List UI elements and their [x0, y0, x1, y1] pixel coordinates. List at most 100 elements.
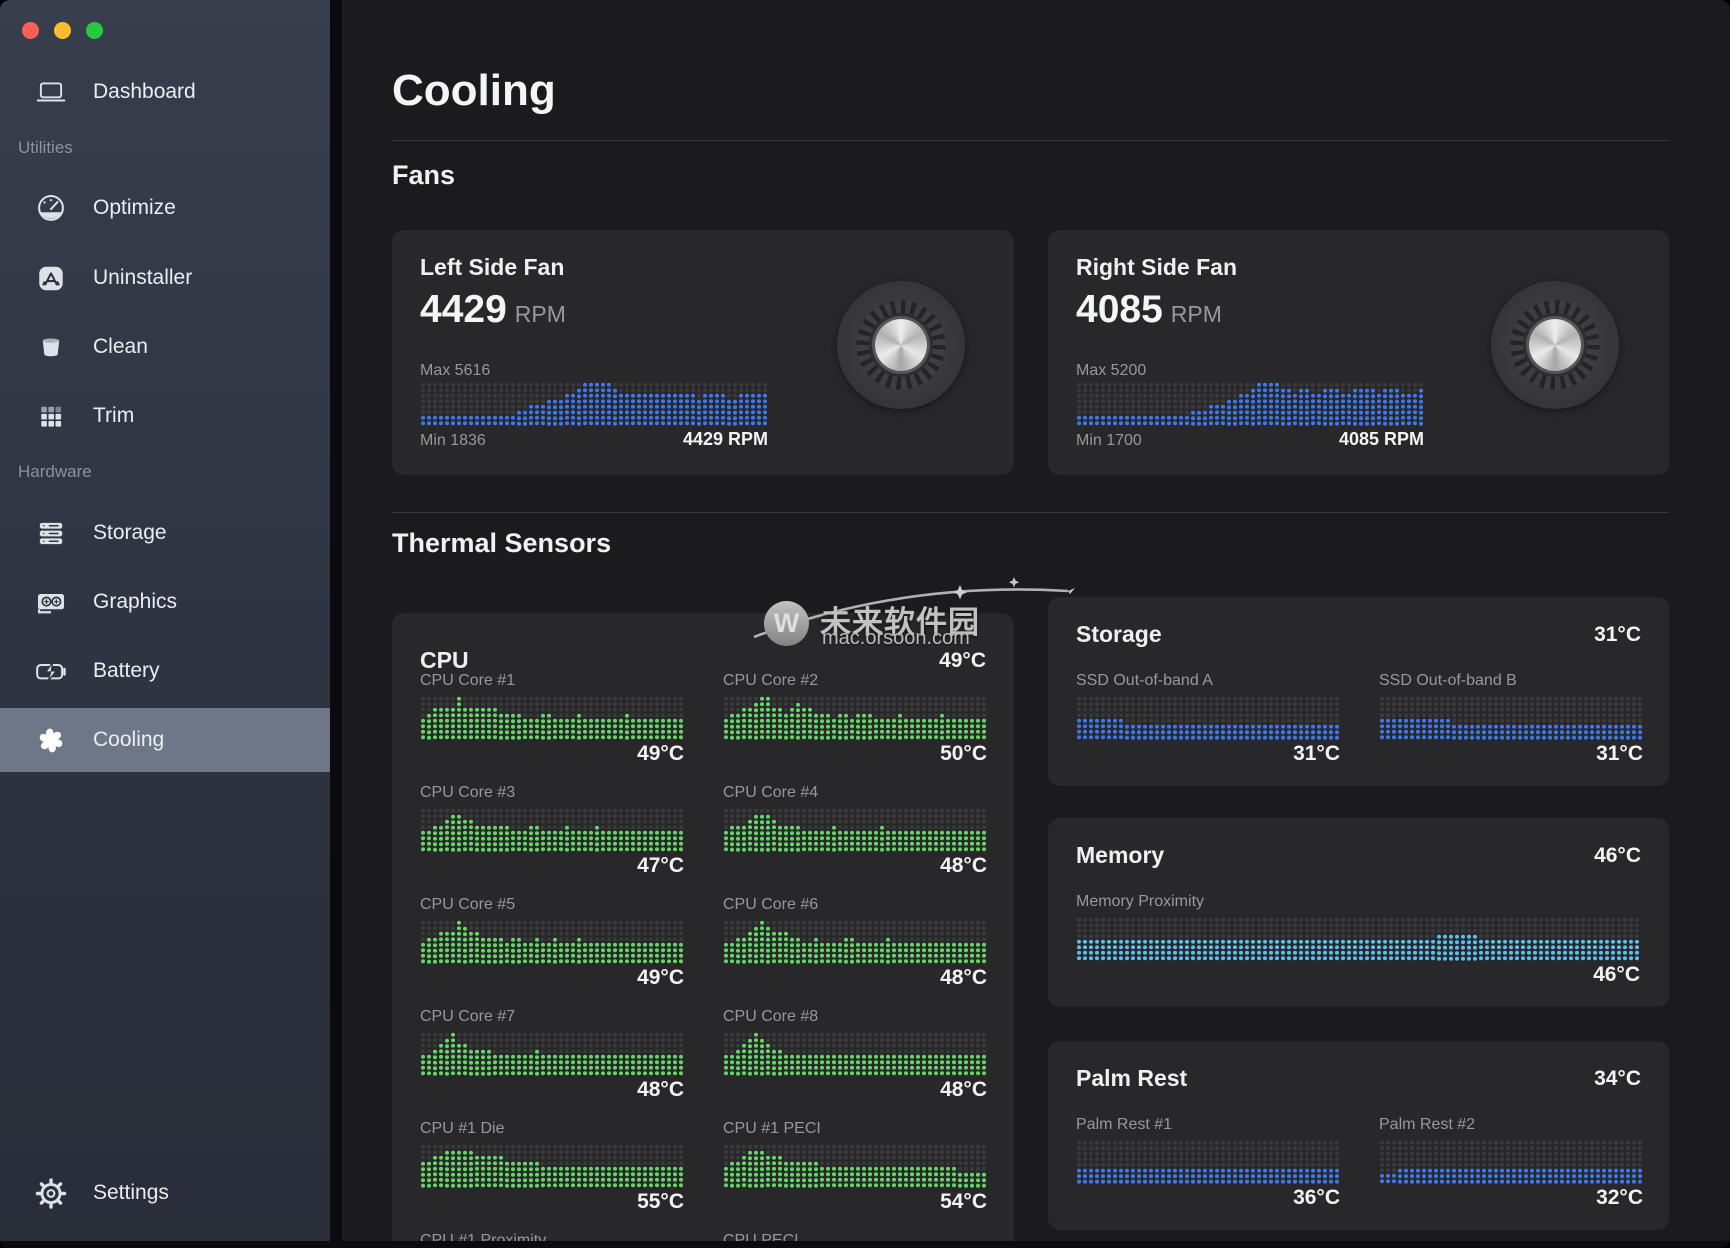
main-content: Cooling Fans Left Side Fan 4429RPM Max 5… — [342, 0, 1730, 1248]
sensor-temp: 54°C — [940, 1190, 987, 1214]
sidebar-item-label: Optimize — [93, 196, 176, 220]
sensor-name: SSD Out-of-band A — [1076, 672, 1213, 690]
fan-history-chart — [420, 382, 768, 426]
fan-history-chart — [1076, 382, 1424, 426]
sensor-temp: 55°C — [637, 1190, 684, 1214]
sensor-chart — [723, 1144, 987, 1188]
sidebar-section-hardware: Hardware — [18, 462, 92, 482]
minimize-button[interactable] — [54, 22, 71, 39]
app-window: Dashboard Utilities Optimize Unins — [0, 0, 1730, 1248]
sidebar-item-graphics[interactable]: Graphics — [0, 580, 330, 624]
storage-card-temp: 31°C — [1594, 623, 1641, 647]
sensor-temp: 48°C — [637, 1078, 684, 1102]
sensor-name: CPU #1 PECI — [723, 1120, 821, 1138]
palm-rest-card-temp: 34°C — [1594, 1067, 1641, 1091]
sensor-name: Palm Rest #2 — [1379, 1116, 1475, 1134]
sensor-chart — [723, 1032, 987, 1076]
cpu-card: CPU 49°C CPU Core #149°C CPU Core #250°C… — [392, 613, 1014, 1248]
sensor-chart — [1379, 1140, 1643, 1184]
sensor-name: SSD Out-of-band B — [1379, 672, 1517, 690]
fan-name: Right Side Fan — [1076, 254, 1237, 281]
sidebar-item-storage[interactable]: Storage — [0, 511, 330, 555]
fan-icon — [32, 722, 69, 759]
sidebar-item-label: Graphics — [93, 590, 177, 614]
sidebar-item-clean[interactable]: Clean — [0, 325, 330, 369]
sensor-temp: 49°C — [637, 742, 684, 766]
sensor-temp: 31°C — [1596, 742, 1643, 766]
sensor-chart — [1076, 1140, 1340, 1184]
sensor-name: Palm Rest #1 — [1076, 1116, 1172, 1134]
sidebar: Dashboard Utilities Optimize Unins — [0, 0, 330, 1248]
sensor-chart — [1379, 696, 1643, 740]
cpu-card-title: CPU — [420, 647, 469, 674]
sidebar-item-cooling[interactable]: Cooling — [0, 708, 330, 772]
sidebar-item-settings[interactable]: Settings — [0, 1171, 330, 1215]
sidebar-item-label: Storage — [93, 521, 167, 545]
sensor-temp: 46°C — [1593, 963, 1640, 987]
sensor-temp: 50°C — [940, 742, 987, 766]
sidebar-item-uninstaller[interactable]: Uninstaller — [0, 256, 330, 300]
grid-icon — [32, 398, 69, 435]
sidebar-item-optimize[interactable]: Optimize — [0, 186, 330, 230]
sensor-chart — [1076, 696, 1340, 740]
fan-max-label: Max 5616 — [420, 362, 490, 380]
sidebar-item-label: Settings — [93, 1181, 169, 1205]
gpu-icon — [32, 584, 69, 621]
fan-max-label: Max 5200 — [1076, 362, 1146, 380]
sensor-temp: 47°C — [637, 854, 684, 878]
sensor-name: CPU Core #3 — [420, 784, 515, 802]
sensor-temp: 49°C — [637, 966, 684, 990]
sidebar-section-utilities: Utilities — [18, 138, 73, 158]
battery-icon — [32, 653, 69, 690]
fans-section-title: Fans — [392, 160, 455, 191]
sensor-name: Memory Proximity — [1076, 893, 1204, 911]
cpu-card-temp: 49°C — [939, 649, 986, 673]
memory-card-temp: 46°C — [1594, 844, 1641, 868]
sensor-chart — [420, 920, 684, 964]
sensor-chart — [420, 808, 684, 852]
sensor-name: CPU Core #2 — [723, 672, 818, 690]
fan-rpm-unit: RPM — [1171, 301, 1222, 327]
fan-current-rpm: 4429 RPM — [420, 429, 768, 450]
fan-rpm-value: 4429RPM — [420, 288, 566, 332]
sensor-name: CPU Core #8 — [723, 1008, 818, 1026]
sidebar-item-battery[interactable]: Battery — [0, 649, 330, 693]
thermal-section-title: Thermal Sensors — [392, 528, 611, 559]
sidebar-item-label: Uninstaller — [93, 266, 192, 290]
server-icon — [32, 515, 69, 552]
gauge-icon — [32, 190, 69, 227]
memory-card: Memory 46°C Memory Proximity46°C — [1048, 818, 1669, 1007]
sensor-name: CPU Core #5 — [420, 896, 515, 914]
sensor-chart — [420, 1144, 684, 1188]
fan-card-right: Right Side Fan 4085RPM Max 5200 Min 1700… — [1048, 230, 1669, 475]
zoom-button[interactable] — [86, 22, 103, 39]
sensor-chart — [723, 920, 987, 964]
sidebar-item-trim[interactable]: Trim — [0, 394, 330, 438]
sidebar-item-dashboard[interactable]: Dashboard — [0, 70, 330, 114]
sensor-temp: 48°C — [940, 1078, 987, 1102]
fan-image — [1491, 281, 1619, 409]
bucket-icon — [32, 329, 69, 366]
page-title: Cooling — [392, 66, 556, 116]
divider — [392, 512, 1669, 513]
fan-rpm-unit: RPM — [515, 301, 566, 327]
appstore-icon — [32, 260, 69, 297]
window-split-divider — [330, 0, 342, 1248]
fan-hub — [1529, 319, 1581, 371]
fan-image — [837, 281, 965, 409]
close-button[interactable] — [22, 22, 39, 39]
sensor-name: CPU Core #7 — [420, 1008, 515, 1026]
window-bottom-edge — [0, 1241, 1730, 1248]
sensor-chart — [420, 1032, 684, 1076]
sensor-chart — [723, 696, 987, 740]
sensor-name: CPU Core #6 — [723, 896, 818, 914]
gear-icon — [32, 1175, 69, 1212]
sidebar-item-label: Clean — [93, 335, 148, 359]
fan-hub — [875, 319, 927, 371]
sensor-name: CPU #1 Die — [420, 1120, 504, 1138]
sensor-temp: 48°C — [940, 966, 987, 990]
sensor-chart — [723, 808, 987, 852]
sensor-temp: 31°C — [1293, 742, 1340, 766]
sidebar-item-label: Cooling — [93, 728, 164, 752]
sidebar-item-label: Dashboard — [93, 80, 196, 104]
